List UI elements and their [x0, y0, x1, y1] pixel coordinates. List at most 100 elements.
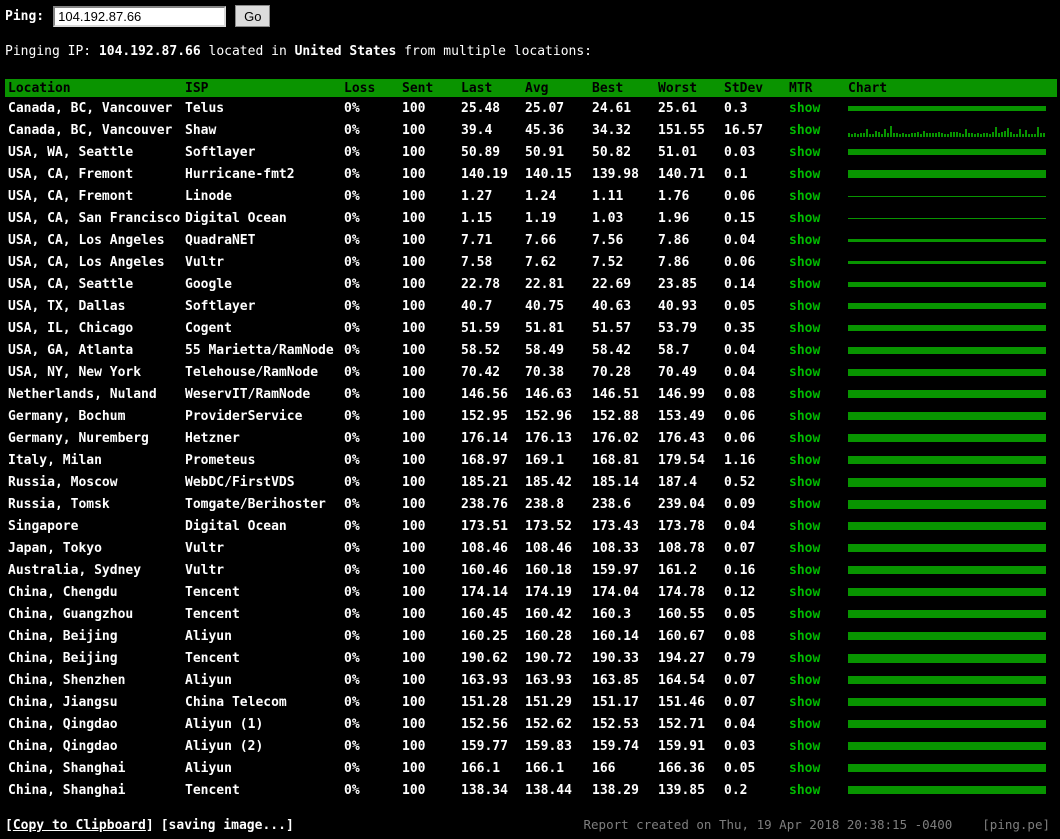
latency-chart	[848, 695, 1046, 709]
last-cell: 108.46	[461, 540, 508, 556]
best-cell: 174.04	[592, 584, 639, 600]
chart-spike	[1019, 129, 1021, 137]
mtr-show-link[interactable]: show	[789, 277, 820, 292]
mtr-show-link[interactable]: show	[789, 189, 820, 204]
col-header-best: Best	[589, 79, 655, 97]
go-button[interactable]: Go	[235, 5, 271, 27]
avg-cell: 163.93	[525, 672, 572, 688]
location-cell: China, Chengdu	[8, 584, 118, 600]
table-row: China, Qingdao Aliyun (1) 0% 100 152.56 152.6…	[5, 713, 1057, 735]
chart-cell	[845, 295, 1057, 317]
mtr-show-link[interactable]: show	[789, 387, 820, 402]
worst-cell: 159.91	[658, 738, 705, 754]
mtr-show-link[interactable]: show	[789, 695, 820, 710]
mtr-show-link[interactable]: show	[789, 717, 820, 732]
best-cell: 58.42	[592, 342, 632, 358]
chart-spike	[971, 133, 973, 137]
mtr-show-link[interactable]: show	[789, 409, 820, 424]
ping-ip-input[interactable]	[53, 5, 227, 27]
avg-cell: 50.91	[525, 144, 565, 160]
avg-cell: 159.83	[525, 738, 572, 754]
mtr-show-link[interactable]: show	[789, 475, 820, 490]
mtr-show-link[interactable]: show	[789, 629, 820, 644]
worst-cell: 7.86	[658, 232, 690, 248]
mtr-show-link[interactable]: show	[789, 343, 820, 358]
mtr-show-link[interactable]: show	[789, 101, 820, 116]
sent-cell: 100	[402, 232, 426, 248]
mtr-show-link[interactable]: show	[789, 497, 820, 512]
chart-bar	[848, 390, 1046, 398]
chart-cell	[845, 471, 1057, 493]
worst-cell: 139.85	[658, 782, 705, 798]
worst-cell: 140.71	[658, 166, 705, 182]
mtr-show-link[interactable]: show	[789, 123, 820, 138]
loss-cell: 0%	[344, 364, 360, 380]
avg-cell: 173.52	[525, 518, 572, 534]
stdev-cell: 0.07	[724, 672, 756, 688]
location-cell: China, Qingdao	[8, 716, 118, 732]
loss-cell: 0%	[344, 298, 360, 314]
worst-cell: 146.99	[658, 386, 705, 402]
loss-cell: 0%	[344, 694, 360, 710]
last-cell: 190.62	[461, 650, 508, 666]
chart-cell	[845, 163, 1057, 185]
sent-cell: 100	[402, 298, 426, 314]
mtr-show-link[interactable]: show	[789, 739, 820, 754]
mtr-cell: show	[786, 119, 845, 141]
chart-bar	[848, 522, 1046, 530]
chart-spike	[890, 126, 892, 137]
avg-cell: 174.19	[525, 584, 572, 600]
chart-spike	[902, 133, 904, 137]
col-header-worst: Worst	[655, 79, 721, 97]
mtr-show-link[interactable]: show	[789, 651, 820, 666]
copy-to-clipboard-link[interactable]: Copy to Clipboard	[13, 818, 146, 833]
chart-cell	[845, 185, 1057, 207]
chart-spike	[959, 133, 961, 137]
mtr-cell: show	[786, 405, 845, 427]
mtr-show-link[interactable]: show	[789, 783, 820, 798]
mtr-show-link[interactable]: show	[789, 299, 820, 314]
chart-bar	[848, 456, 1046, 464]
mtr-cell: show	[786, 163, 845, 185]
mtr-show-link[interactable]: show	[789, 585, 820, 600]
chart-spike	[1043, 133, 1045, 137]
chart-spike	[989, 134, 991, 137]
mtr-show-link[interactable]: show	[789, 233, 820, 248]
chart-bar	[848, 105, 1046, 111]
table-row: China, Shenzhen Aliyun 0% 100 163.93 163.93 16…	[5, 669, 1057, 691]
report-timestamp: Report created on Thu, 19 Apr 2018 20:38…	[583, 817, 953, 832]
mtr-show-link[interactable]: show	[789, 541, 820, 556]
ping-pe-brand-link[interactable]: [ping.pe]	[982, 817, 1050, 832]
worst-cell: 187.4	[658, 474, 698, 490]
mtr-show-link[interactable]: show	[789, 365, 820, 380]
mtr-show-link[interactable]: show	[789, 211, 820, 226]
sent-cell: 100	[402, 518, 426, 534]
worst-cell: 152.71	[658, 716, 705, 732]
mtr-show-link[interactable]: show	[789, 673, 820, 688]
latency-chart	[848, 321, 1046, 335]
chart-spike	[866, 129, 868, 137]
mtr-show-link[interactable]: show	[789, 145, 820, 160]
mtr-show-link[interactable]: show	[789, 255, 820, 270]
chart-spike	[869, 134, 871, 137]
mtr-show-link[interactable]: show	[789, 453, 820, 468]
chart-spike	[1040, 133, 1042, 137]
chart-spike	[911, 133, 913, 137]
worst-cell: 25.61	[658, 100, 698, 116]
latency-chart	[848, 783, 1046, 797]
mtr-show-link[interactable]: show	[789, 321, 820, 336]
mtr-show-link[interactable]: show	[789, 167, 820, 182]
mtr-show-link[interactable]: show	[789, 607, 820, 622]
col-header-loss: Loss	[341, 79, 399, 97]
mtr-show-link[interactable]: show	[789, 761, 820, 776]
chart-spike	[854, 133, 856, 137]
mtr-show-link[interactable]: show	[789, 519, 820, 534]
chart-cell	[845, 735, 1057, 757]
isp-cell: Tencent	[185, 606, 240, 622]
best-cell: 34.32	[592, 122, 632, 138]
chart-cell	[845, 251, 1057, 273]
stdev-cell: 0.04	[724, 232, 756, 248]
mtr-show-link[interactable]: show	[789, 431, 820, 446]
mtr-show-link[interactable]: show	[789, 563, 820, 578]
mtr-cell: show	[786, 141, 845, 163]
